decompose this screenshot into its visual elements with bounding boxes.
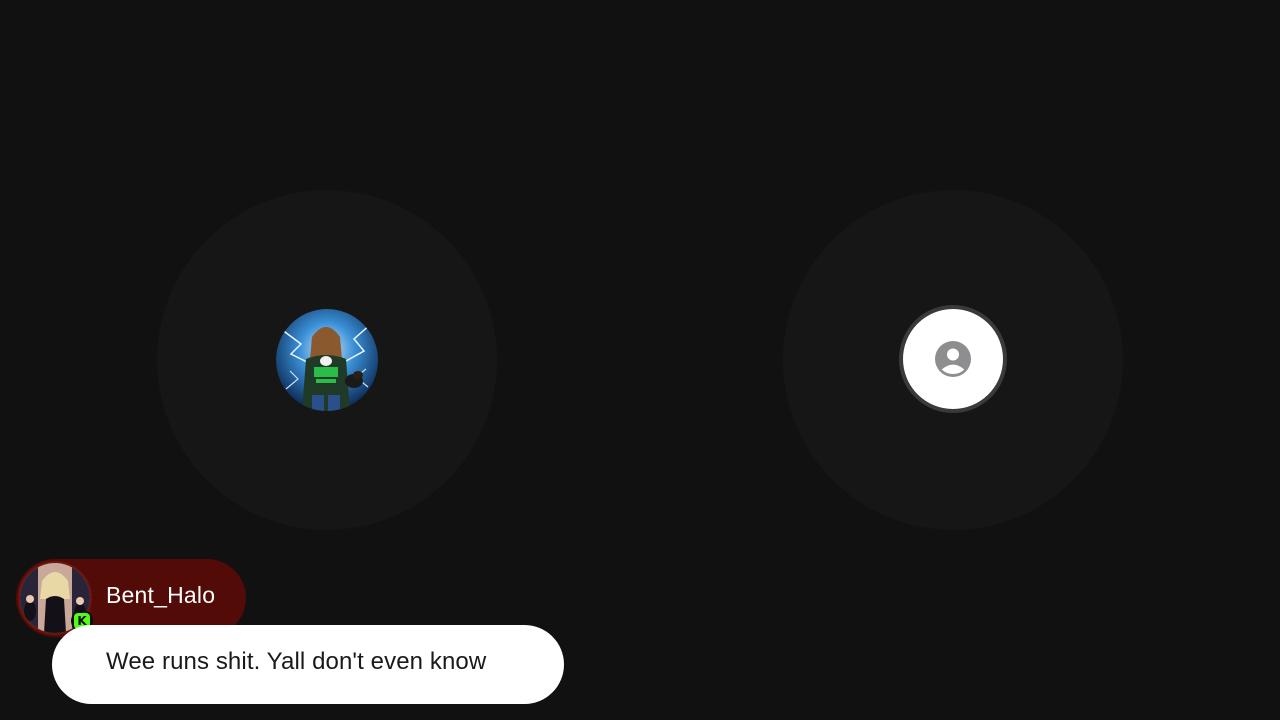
chat-username: Bent_Halo bbox=[106, 582, 216, 608]
participant-avatar-default[interactable] bbox=[899, 305, 1007, 413]
user-circle-icon bbox=[935, 341, 971, 377]
chat-message-text: Wee runs shit. Yall don't even know bbox=[106, 648, 487, 675]
participant-avatar-photo[interactable] bbox=[276, 309, 378, 411]
user-photo-icon bbox=[276, 309, 378, 411]
video-call-stage: K Bent_Halo Wee runs shit. Yall don't ev… bbox=[0, 0, 1280, 720]
